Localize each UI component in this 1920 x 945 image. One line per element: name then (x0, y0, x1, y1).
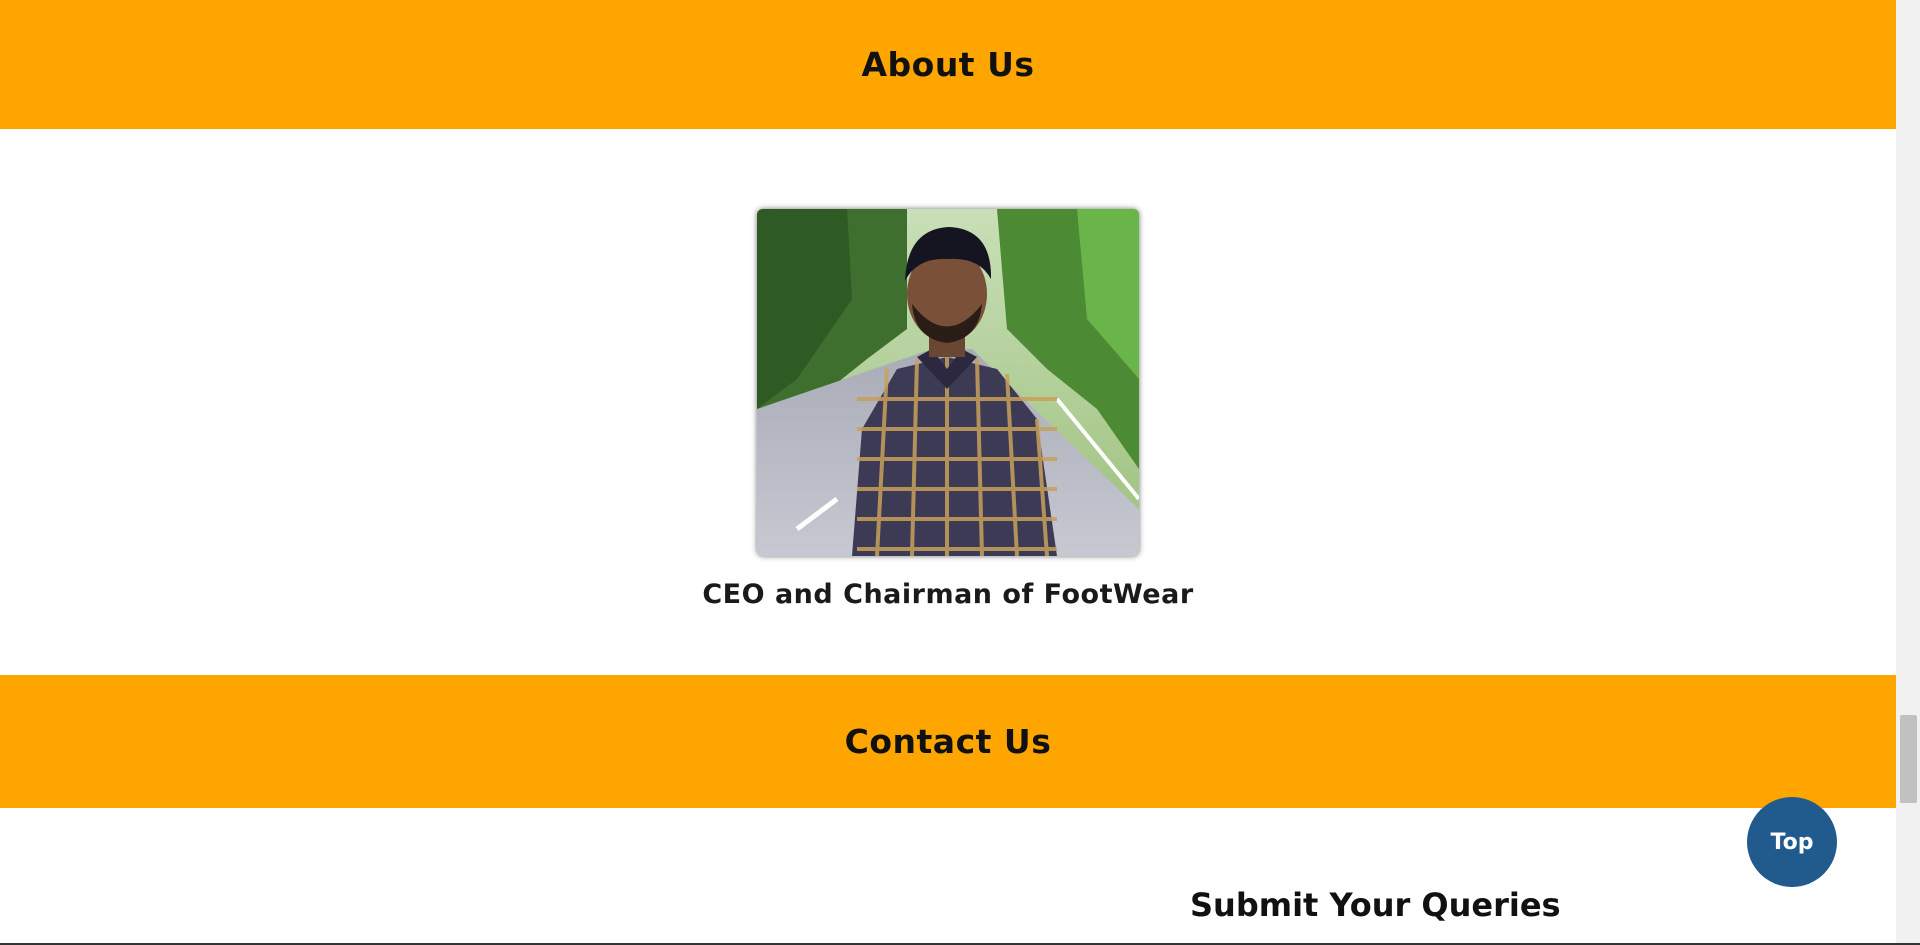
submit-queries-title: Submit Your Queries (1190, 886, 1561, 924)
about-us-section-header: About Us (0, 0, 1896, 129)
about-us-heading: About Us (861, 45, 1035, 84)
about-us-section: CEO and Chairman of FootWear (0, 129, 1896, 675)
scrollbar-thumb[interactable] (1900, 715, 1917, 803)
ceo-caption: CEO and Chairman of FootWear (702, 579, 1194, 610)
browser-viewport: About Us CEO and Chairman of FootWear Co… (0, 0, 1920, 945)
vertical-scrollbar[interactable] (1896, 0, 1920, 945)
ceo-photo (757, 209, 1139, 556)
contact-us-section-header: Contact Us (0, 675, 1896, 808)
contact-us-heading: Contact Us (844, 722, 1052, 761)
page-content: About Us CEO and Chairman of FootWear Co… (0, 0, 1896, 943)
person-photo-icon (757, 209, 1139, 556)
scroll-to-top-button[interactable]: Top (1747, 797, 1837, 887)
contact-us-section: Submit Your Queries (0, 808, 1896, 943)
